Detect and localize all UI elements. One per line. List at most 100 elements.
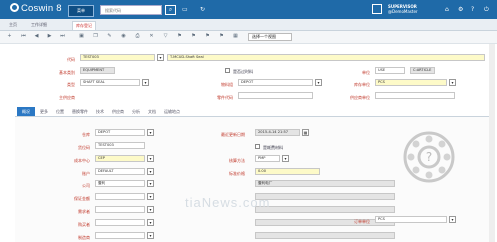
copy-icon[interactable]: ❐ [92,33,99,40]
manufacturer-field[interactable] [95,232,145,239]
obsolete-checkbox[interactable] [225,68,230,73]
user-org: @DemoMaster [388,9,418,14]
attach-icon[interactable]: ✎ [106,33,113,40]
manufacturer-picker-icon[interactable]: ▾ [147,232,154,239]
search-input[interactable]: 搜索代码 [100,5,162,15]
search-placeholder: 搜索代码 [105,8,121,13]
first-record-icon[interactable]: ⏮ [20,33,27,40]
flag3-icon[interactable]: ⚑ [204,33,211,40]
tab-analysis[interactable]: 分析 [129,107,143,116]
tab-work-detail[interactable]: 工作详细 [28,21,50,29]
unit-label: 单位 [362,70,370,75]
last-record-icon[interactable]: ⏭ [59,33,66,40]
vertical-scrollbar[interactable] [489,44,495,242]
storekeeper-picker-icon[interactable]: ▾ [147,193,154,200]
unit-field[interactable]: USE [375,67,405,74]
company-field[interactable]: 壹利 [95,180,145,187]
consumable-checkbox[interactable] [255,144,260,149]
valuation-label: 核算方法 [229,158,245,163]
menu-button[interactable]: 菜单 [68,5,94,17]
flag2-icon[interactable]: ⚑ [190,33,197,40]
watermark: tiaNews.com [185,195,271,210]
grid-icon[interactable]: ▦ [232,33,239,40]
storekeeper-field[interactable] [95,193,145,200]
code-picker-icon[interactable]: ▾ [157,54,164,61]
tab-replacement[interactable]: 替换零件 [69,107,91,116]
supplier-unit-label: 供应商单位 [350,95,370,100]
subcode-field[interactable]: TEST003 [95,142,145,149]
view-icon[interactable]: ◉ [120,33,127,40]
company-label: 公司 [82,183,90,188]
flag4-icon[interactable]: ⚑ [218,33,225,40]
save-icon[interactable]: ▣ [78,33,85,40]
settings-icon[interactable]: ⚙ [458,6,463,13]
valuation-select[interactable]: PMP [255,155,280,162]
user-info[interactable]: SUPERVISOR @DemoMaster [388,4,418,14]
tab-transport[interactable]: 运输地点 [161,107,183,116]
account-field[interactable]: DEFAULT [95,168,145,175]
logout-icon[interactable]: ⏻ [484,6,489,14]
refresh-icon[interactable]: ↻ [200,6,205,13]
depot-picker-icon[interactable]: ▾ [147,129,154,136]
print-icon[interactable]: ⎙ [134,33,141,40]
main-supplier-label: 主供应商 [59,95,75,100]
requester-field[interactable] [95,206,145,213]
manufacturer-desc-field [255,232,395,239]
valuation-dropdown-icon[interactable]: ▾ [282,155,289,162]
buyer-picker-icon[interactable]: ▾ [147,219,154,226]
stock-type-picker-icon[interactable]: ▾ [315,79,322,86]
code-field[interactable]: TEST003 [80,54,155,61]
depot-field[interactable]: DEPOT [95,129,145,136]
cost-center-field[interactable]: CEP [95,155,145,162]
tab-suppliers[interactable]: 供应商 [109,107,127,116]
question-mark-icon: ? [426,150,432,164]
search-button[interactable]: ⌕ [165,5,176,15]
tab-home[interactable]: 主页 [6,21,20,29]
supplier-unit-field[interactable] [375,92,455,99]
new-icon[interactable]: + [6,33,13,40]
company-picker-icon[interactable]: ▾ [147,180,154,187]
type-picker-icon[interactable]: ▾ [142,79,149,86]
delete-icon[interactable]: ✕ [148,33,155,40]
window-tabs: 主页 工作详细 库存登记 [0,19,497,31]
buyer-field[interactable] [95,219,145,226]
type-label: 类型 [67,82,75,87]
flag-icon[interactable]: ⚑ [176,33,183,40]
help-icon[interactable]: ? [471,6,474,13]
top-bar: Coswin 8 菜单 搜索代码 ⌕ ▭ ↻ SUPERVISOR @DemoM… [0,0,497,19]
view-select[interactable]: 选择一个视图 [248,33,292,41]
stock-unit-field[interactable]: PCS [375,79,447,86]
filter-icon[interactable]: ▽ [162,33,169,40]
main-category-field[interactable]: EQUIPMENT [80,67,115,74]
requester-picker-icon[interactable]: ▾ [147,206,154,213]
account-picker-icon[interactable]: ▾ [147,168,154,175]
home-icon[interactable]: ⌂ [445,6,449,13]
manufacturer-label: 制造商 [78,235,90,240]
type-field[interactable]: SHAFT SEAL [80,79,140,86]
next-record-icon[interactable]: ▶ [46,33,53,40]
buyer-label: 购买者 [78,222,90,227]
tab-location[interactable]: 位置 [53,107,67,116]
tab-overview[interactable]: 概况 [17,107,35,116]
prev-record-icon[interactable]: ◀ [33,33,40,40]
calendar-icon[interactable]: ▦ [302,129,309,136]
tab-more[interactable]: 更多 [37,107,51,116]
stock-unit-picker-icon[interactable]: ▾ [449,79,456,86]
tab-technical[interactable]: 技术 [93,107,107,116]
monitor-icon[interactable]: ▭ [182,6,188,13]
order-unit-picker-icon[interactable]: ▾ [449,216,456,223]
stock-type-field[interactable]: DEPOT [238,79,313,86]
order-unit-field[interactable]: PCS [375,216,447,223]
cost-center-picker-icon[interactable]: ▾ [147,155,154,162]
code-label: 代码 [67,57,75,62]
tab-documents[interactable]: 文档 [145,107,159,116]
std-price-field[interactable]: 0.00 [255,168,320,175]
item-photo[interactable]: ? [402,130,456,184]
cost-center-label: 成本中心 [74,158,90,163]
tab-stock-register[interactable]: 库存登记 [72,21,96,30]
std-price-label: 标准价格 [229,171,245,176]
code-description-field[interactable]: T-MCUD-Shaft Seal [167,54,485,61]
class-field[interactable]: C:ARTICLE [410,67,435,74]
avatar[interactable] [372,4,382,14]
part-code-field[interactable] [238,92,313,99]
